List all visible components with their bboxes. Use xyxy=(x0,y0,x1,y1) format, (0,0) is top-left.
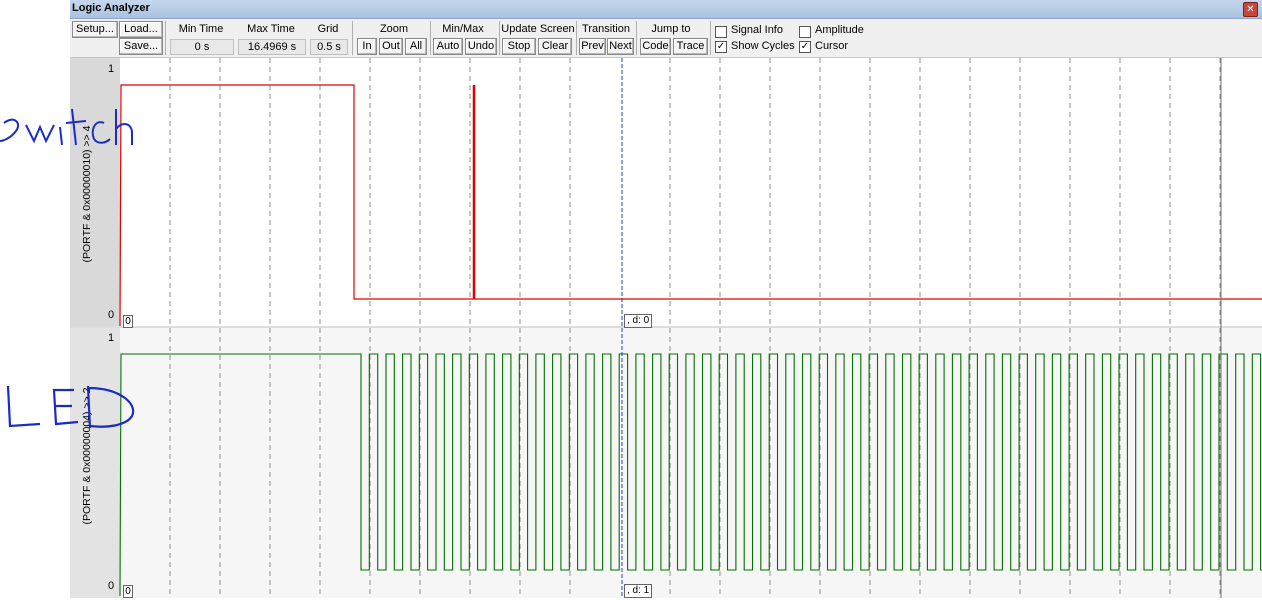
signal-2-cursor-readout: , d: 1 xyxy=(624,584,653,598)
waveform-plot[interactable] xyxy=(0,0,1262,600)
signal-2-plot-area xyxy=(120,328,1262,598)
switch-annotation-drawing xyxy=(0,108,133,146)
signal-1-plot-area xyxy=(120,58,1262,326)
signal-1-cursor-readout: , d: 0 xyxy=(624,314,653,328)
signal-2-zero-marker: 0 xyxy=(123,585,133,598)
led-annotation-drawing xyxy=(6,385,135,429)
signal-1-zero-marker: 0 xyxy=(123,315,133,328)
